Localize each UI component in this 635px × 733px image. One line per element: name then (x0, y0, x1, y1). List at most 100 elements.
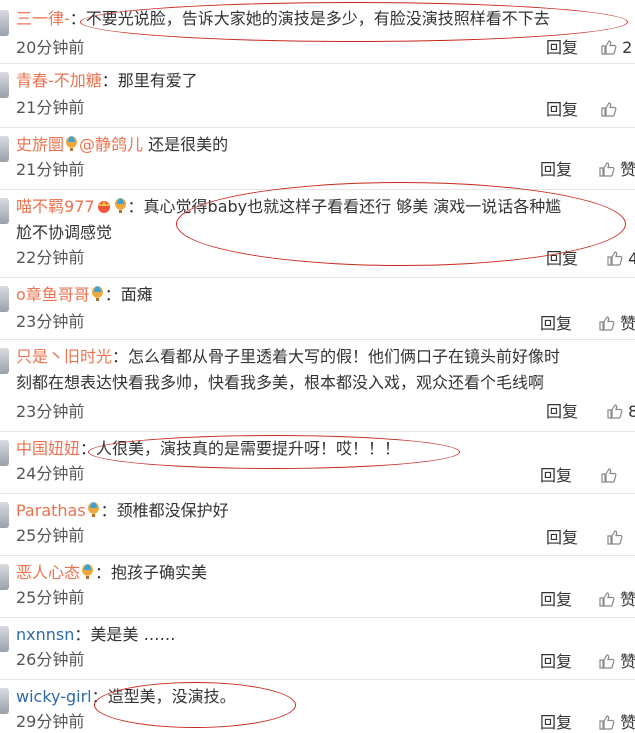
thumbs-up-icon (599, 162, 615, 177)
like-button[interactable]: 赞 (598, 652, 635, 672)
like-button[interactable]: 4 (606, 249, 635, 269)
comment-line-continued: 刻都在想表达快看我多帅，快看我多美，根本都没入戏，观众还看个毛线啊 (16, 370, 629, 396)
mention-link[interactable]: @静鸽儿 (79, 135, 143, 154)
reply-button[interactable]: 回复 (540, 314, 572, 334)
list-item: nxnnsn：美是美 …… 26分钟前 回复 赞 (0, 618, 635, 680)
comment-text: 刻都在想表达快看我多帅，快看我多美，根本都没入戏，观众还看个毛线啊 (16, 373, 545, 392)
thumbs-up-icon (599, 592, 615, 607)
thumbs-up-icon (599, 654, 615, 669)
username-link[interactable]: o章鱼哥哥 (16, 285, 90, 304)
reply-button[interactable]: 回复 (546, 38, 578, 58)
like-button[interactable]: 2 (600, 38, 632, 58)
timestamp: 23分钟前 (16, 312, 85, 331)
avatar[interactable] (0, 502, 9, 528)
balloon-badge-icon (114, 198, 126, 213)
like-button[interactable]: 赞 (598, 713, 635, 733)
comment-line: 史旂圜 @静鸽儿 还是很美的 (16, 132, 629, 158)
avatar[interactable] (0, 564, 9, 590)
reply-button[interactable]: 回复 (540, 466, 572, 486)
timestamp: 26分钟前 (16, 650, 85, 669)
reply-button[interactable]: 回复 (546, 528, 578, 548)
comment-text: ：颈椎都没保护好 (100, 501, 229, 520)
like-button[interactable]: 赞 (598, 314, 635, 334)
timestamp: 22分钟前 (16, 248, 85, 267)
like-count: 赞 (620, 590, 635, 609)
list-item: 史旂圜 @静鸽儿 还是很美的 21分钟前 回复 赞 (0, 128, 635, 190)
comment-line: 喵不羁977 ：真心觉得baby也就这样子看看还行 够美 演戏一说话各种尴 (16, 194, 629, 220)
thumbs-up-icon (607, 530, 623, 545)
balloon-badge-icon (66, 136, 78, 151)
comment-text: ：那里有爱了 (101, 71, 198, 90)
like-button[interactable]: 8 (606, 402, 635, 422)
comment-line: 只是丶旧时光：怎么看都从骨子里透着大写的假！他们俩口子在镜头前好像时 (16, 344, 629, 370)
list-item: wicky-girl：造型美，没演技。 29分钟前 回复 赞 (0, 680, 635, 732)
timestamp: 21分钟前 (16, 160, 85, 179)
avatar[interactable] (0, 626, 9, 652)
like-button[interactable] (606, 528, 623, 548)
avatar[interactable] (0, 688, 9, 714)
username-link[interactable]: 只是丶旧时光 (16, 347, 112, 366)
like-button[interactable] (600, 466, 617, 486)
list-item: 中国妞妞：人很美，演技真的是需要提升呀！哎！！！ 24分钟前 回复 (0, 432, 635, 494)
reply-button[interactable]: 回复 (540, 590, 572, 610)
avatar[interactable] (0, 198, 9, 224)
username-link[interactable]: 三一律- (16, 9, 70, 28)
timestamp: 23分钟前 (16, 402, 85, 421)
reply-button[interactable]: 回复 (546, 249, 578, 269)
like-count: 赞 (620, 160, 635, 179)
comment-text: 还是很美的 (143, 135, 229, 154)
like-count: 赞 (620, 652, 635, 671)
like-button[interactable] (600, 100, 617, 120)
username-link[interactable]: wicky-girl (16, 687, 92, 706)
comment-line: nxnnsn：美是美 …… (16, 622, 629, 648)
avatar[interactable] (0, 72, 9, 98)
like-count: 8 (628, 402, 635, 421)
comment-line: o章鱼哥哥 ：面瘫 (16, 282, 629, 308)
thumbs-up-icon (599, 715, 615, 730)
comment-line: wicky-girl：造型美，没演技。 (16, 684, 629, 710)
list-item: 只是丶旧时光：怎么看都从骨子里透着大写的假！他们俩口子在镜头前好像时 刻都在想表… (0, 340, 635, 432)
list-item: o章鱼哥哥 ：面瘫 23分钟前 回复 赞 (0, 278, 635, 340)
timestamp: 29分钟前 (16, 712, 85, 731)
username-link[interactable]: 喵不羁977 (16, 197, 95, 216)
avatar[interactable] (0, 136, 9, 162)
comment-text: ：怎么看都从骨子里透着大写的假！他们俩口子在镜头前好像时 (112, 347, 561, 366)
comment-text: ：面瘫 (104, 285, 153, 304)
thumbs-up-icon (601, 40, 617, 55)
timestamp: 21分钟前 (16, 98, 85, 117)
timestamp: 20分钟前 (16, 38, 85, 57)
thumbs-up-icon (607, 251, 623, 266)
username-link[interactable]: 青春-不加糖 (16, 71, 102, 90)
comment-line: Parathas ：颈椎都没保护好 (16, 498, 629, 524)
crown-badge-icon (97, 201, 110, 213)
comment-line: 青春-不加糖：那里有爱了 (16, 68, 629, 94)
reply-button[interactable]: 回复 (546, 100, 578, 120)
timestamp: 25分钟前 (16, 526, 85, 545)
avatar[interactable] (0, 440, 9, 466)
list-item: 三一律-：不要光说脸，告诉大家她的演技是多少，有脸没演技照样看不下去 20分钟前… (0, 0, 635, 64)
balloon-badge-icon (82, 564, 94, 579)
reply-button[interactable]: 回复 (540, 652, 572, 672)
like-button[interactable]: 赞 (598, 590, 635, 610)
thumbs-up-icon (601, 102, 617, 117)
comment-text: ：真心觉得baby也就这样子看看还行 够美 演戏一说话各种尴 (127, 197, 562, 216)
timestamp: 25分钟前 (16, 588, 85, 607)
avatar[interactable] (0, 10, 9, 36)
username-link[interactable]: Parathas (16, 501, 86, 520)
avatar[interactable] (0, 286, 9, 312)
username-link[interactable]: 中国妞妞 (16, 439, 80, 458)
list-item: 青春-不加糖：那里有爱了 21分钟前 回复 (0, 64, 635, 128)
reply-button[interactable]: 回复 (546, 402, 578, 422)
comment-line: 恶人心态 ：抱孩子确实美 (16, 560, 629, 586)
avatar[interactable] (0, 348, 9, 374)
username-link[interactable]: 史旂圜 (16, 135, 64, 154)
username-link[interactable]: 恶人心态 (16, 563, 80, 582)
username-link[interactable]: nxnnsn (16, 625, 74, 644)
reply-button[interactable]: 回复 (540, 713, 572, 733)
thumbs-up-icon (599, 316, 615, 331)
reply-button[interactable]: 回复 (540, 160, 572, 180)
comment-line-continued: 尬不协调感觉 (16, 220, 629, 246)
like-count: 2 (622, 38, 633, 57)
comment-text: ：人很美，演技真的是需要提升呀！哎！！！ (80, 439, 401, 458)
like-button[interactable]: 赞 (598, 160, 635, 180)
